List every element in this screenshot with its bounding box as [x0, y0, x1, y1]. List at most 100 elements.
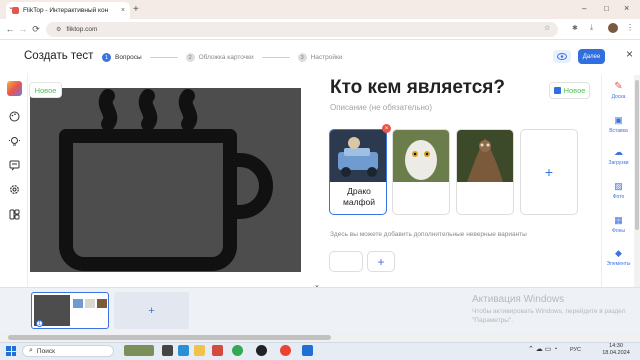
search-icon: ⌕ — [29, 347, 33, 354]
new-badge-label: Новое — [563, 86, 586, 95]
wizard-steps: 1 Вопросы 2 Обложка карточки 3 Настройки — [102, 53, 342, 62]
extensions-icon[interactable]: ✱ — [572, 24, 578, 32]
cover-image[interactable] — [30, 88, 301, 272]
background-icon: ▦ — [614, 215, 623, 225]
uploads-tool[interactable]: ☁ Загрузки — [602, 147, 635, 166]
step-divider — [261, 57, 290, 58]
idea-icon[interactable] — [7, 134, 22, 149]
extra-options-hint: Здесь вы можете добавить дополнительные … — [330, 231, 527, 238]
thumbnail-card — [85, 299, 95, 308]
horizontal-scroll-thumb[interactable] — [8, 335, 331, 340]
close-editor-icon[interactable]: × — [626, 47, 633, 61]
insert-label: Вставка — [609, 128, 628, 134]
tab-search-icon[interactable]: ⌄ — [8, 3, 14, 11]
browser-menu-icon[interactable]: ⋮ — [626, 23, 634, 32]
coffee-cup-icon — [59, 89, 273, 271]
obs-icon[interactable] — [256, 345, 267, 356]
forward-icon[interactable]: → — [17, 23, 29, 35]
insert-icon: ▣ — [614, 115, 623, 125]
url-text: fliktop.com — [66, 26, 98, 33]
palette-icon[interactable] — [7, 109, 22, 124]
app-icon[interactable] — [212, 345, 223, 356]
step-number: 3 — [297, 53, 307, 62]
elements-tool[interactable]: ◆ Элементы — [602, 248, 635, 267]
start-windows-icon[interactable] — [6, 346, 16, 356]
windows-activation-watermark: Активация Windows Чтобы активировать Win… — [472, 294, 640, 325]
eye-icon — [557, 53, 567, 60]
photos-label: Фото — [612, 194, 625, 200]
layout-icon[interactable] — [7, 207, 22, 222]
site-info-icon[interactable]: ⚙ — [56, 26, 61, 33]
left-toolbar — [0, 73, 28, 287]
board-label: Доска — [611, 94, 626, 100]
add-slide-button[interactable]: + — [114, 292, 189, 329]
step-settings[interactable]: 3 Настройки — [297, 53, 343, 62]
step-divider — [149, 57, 178, 58]
bookmark-star-icon[interactable]: ☆ — [544, 24, 550, 32]
next-button[interactable]: Далее — [578, 49, 605, 64]
answer-card[interactable] — [456, 129, 514, 215]
card-photo — [393, 130, 449, 182]
language-indicator[interactable]: РУС — [570, 347, 581, 353]
extra-option-field[interactable] — [329, 251, 363, 272]
photos-tool[interactable]: ▨ Фото — [602, 181, 635, 200]
preview-button[interactable] — [553, 50, 571, 63]
step-questions[interactable]: 1 Вопросы — [102, 53, 142, 62]
slide-thumbnail[interactable]: 1 — [31, 292, 109, 329]
tab-close-icon[interactable]: × — [121, 7, 125, 14]
elements-label: Элементы — [606, 261, 631, 267]
chrome-active-icon[interactable] — [280, 345, 291, 356]
back-icon[interactable]: ← — [4, 23, 16, 35]
reload-icon[interactable]: ⟳ — [30, 23, 42, 35]
vertical-scroll-thumb[interactable] — [635, 80, 639, 230]
file-explorer-icon[interactable] — [194, 345, 205, 356]
description-field[interactable]: Описание (не обязательно) — [330, 103, 432, 112]
thumbnail-card — [97, 299, 107, 308]
slide-number: 1 — [36, 320, 43, 327]
teams-icon[interactable] — [178, 345, 189, 356]
close-window-button[interactable]: × — [624, 3, 629, 13]
new-badge: Новое — [29, 82, 62, 98]
search-label: Поиск — [36, 347, 55, 355]
step-label: Настройки — [310, 54, 343, 61]
clock-date: 18.04.2024 — [602, 350, 630, 356]
card-label[interactable]: Драко малфой — [334, 186, 384, 208]
answer-card[interactable]: Драко малфой — [329, 129, 387, 215]
gear-icon[interactable] — [7, 182, 22, 197]
quiz-settings-icon[interactable] — [7, 158, 22, 173]
tab-title: FlikTop - Интерактивный кон — [23, 7, 109, 14]
step-number: 1 — [102, 53, 111, 62]
task-view-icon[interactable] — [162, 345, 173, 356]
backgrounds-tool[interactable]: ▦ Фоны — [602, 215, 635, 234]
board-tool[interactable]: ✎ Доска — [602, 81, 635, 100]
minimize-button[interactable]: – — [582, 4, 586, 13]
app-icon[interactable] — [302, 345, 313, 356]
clock-time: 14:30 — [609, 343, 623, 349]
answer-card[interactable] — [392, 129, 450, 215]
browser-tab[interactable]: FlikTop - Интерактивный кон × — [6, 2, 130, 19]
new-tab-button[interactable]: + — [133, 4, 139, 15]
feature-icon — [553, 87, 561, 94]
shapes-icon: ◆ — [615, 248, 622, 258]
templates-icon[interactable] — [7, 81, 22, 96]
image-icon: ▨ — [614, 181, 623, 191]
chrome-icon[interactable] — [232, 345, 243, 356]
activation-title: Активация Windows — [472, 294, 565, 305]
downloads-icon[interactable]: ⤓ — [590, 24, 593, 32]
profile-avatar[interactable] — [608, 23, 618, 33]
url-field[interactable]: ⚙ fliktop.com — [46, 22, 558, 37]
tray-icons[interactable]: ⌃ ☁ ▭ ◔ — [528, 345, 558, 353]
uploads-label: Загрузки — [608, 160, 629, 166]
new-feature-badge[interactable]: Новое — [549, 82, 590, 99]
maximize-button[interactable]: □ — [604, 4, 609, 13]
card-photo — [457, 130, 513, 182]
delete-card-icon[interactable]: × — [382, 124, 391, 133]
brush-icon: ✎ — [614, 81, 623, 92]
add-card-button[interactable]: + — [520, 129, 578, 215]
insert-tool[interactable]: ▣ Вставка — [602, 115, 635, 134]
widget-image-icon[interactable] — [124, 345, 154, 356]
quiz-title[interactable]: Кто кем является? — [330, 77, 505, 99]
add-option-button[interactable]: + — [367, 251, 395, 272]
taskbar-search[interactable]: ⌕ Поиск — [22, 345, 114, 357]
step-cover[interactable]: 2 Обложка карточки — [185, 53, 254, 62]
